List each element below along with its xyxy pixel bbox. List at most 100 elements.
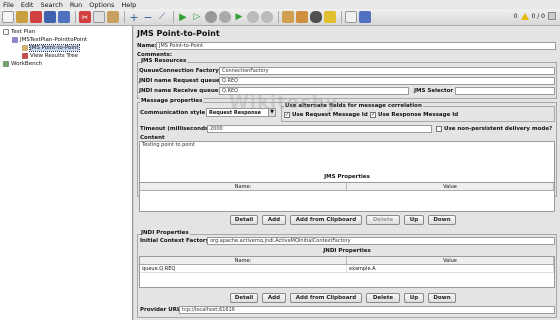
save-icon[interactable] [44, 11, 56, 23]
menu-run[interactable]: Run [70, 1, 82, 9]
name-label: Name: [137, 43, 157, 49]
sampler-icon [22, 45, 28, 51]
toolbar-separator [124, 11, 125, 23]
clear-all-icon[interactable] [296, 11, 308, 23]
toolbar-separator [341, 11, 342, 23]
templates-icon[interactable] [16, 11, 28, 23]
cut-icon[interactable]: ✂ [79, 11, 91, 23]
sampler-panel: JMS Point-to-Point Name: JMS Point-to-Po… [134, 26, 560, 320]
toolbar: ✂ + − ⟋ ▶ ▷ ▶ 0 0 / 0 [0, 9, 560, 26]
jms-delete-button[interactable]: Delete [366, 215, 400, 225]
thread-group-icon [12, 37, 18, 43]
tree-item-label: View Results Tree [30, 53, 78, 59]
collapse-icon[interactable]: − [142, 11, 154, 24]
column-header-name[interactable]: Name: [140, 257, 347, 264]
request-queue-field[interactable]: Q.REQ [219, 77, 555, 85]
jms-down-button[interactable]: Down [428, 215, 456, 225]
table-row[interactable]: queue.Q.REQ example.A [140, 265, 554, 273]
checkbox-checked-icon: ✓ [370, 112, 376, 118]
tree-item-label: JMSTestPlan-PointtoPoint [20, 37, 88, 43]
listener-icon [22, 53, 28, 59]
remote-shutdown-icon[interactable] [261, 11, 273, 23]
warning-icon[interactable] [520, 12, 529, 20]
initial-context-factory-field[interactable]: org.apache.activemq.jndi.ActiveMQInitial… [207, 237, 555, 245]
non-persistent-delivery-checkbox[interactable]: Use non-persistent delivery mode? [436, 126, 552, 132]
timeout-field[interactable]: 2000 [207, 125, 432, 133]
jms-selector-label: JMS Selector [414, 88, 454, 94]
checkbox-label: Use non-persistent delivery mode? [444, 126, 553, 132]
tree-item-label: WorkBench [11, 61, 43, 67]
menu-options[interactable]: Options [89, 1, 114, 9]
copy-icon[interactable] [93, 11, 105, 23]
page-title: JMS Point-to-Point [137, 29, 220, 38]
column-header-value[interactable]: Value [347, 257, 554, 264]
help-icon[interactable] [359, 11, 371, 23]
jms-selector-field[interactable] [455, 87, 555, 95]
clear-icon[interactable] [282, 11, 294, 23]
checkbox-unchecked-icon [436, 126, 442, 132]
save-as-icon[interactable] [58, 11, 70, 23]
jms-add-from-clipboard-button[interactable]: Add from Clipboard [290, 215, 362, 225]
remote-start-icon[interactable]: ▶ [233, 11, 245, 23]
table-cell-value[interactable]: example.A [347, 265, 554, 272]
status-area: 0 0 / 0 [514, 12, 556, 20]
qcf-field[interactable]: ConnectionFactory [219, 67, 555, 75]
tree-item-jms-point-to-point[interactable]: JMS Point-to-Point [0, 44, 132, 52]
tree-item-view-results-tree[interactable]: View Results Tree [0, 52, 132, 60]
table-header: Name: Value [140, 257, 554, 265]
remote-stop-icon[interactable] [247, 11, 259, 23]
paste-icon[interactable] [107, 11, 119, 23]
jndi-add-from-clipboard-button[interactable]: Add from Clipboard [290, 293, 362, 303]
jndi-down-button[interactable]: Down [428, 293, 456, 303]
expand-icon[interactable]: + [128, 11, 140, 24]
new-icon[interactable] [2, 11, 14, 23]
menu-help[interactable]: Help [121, 1, 136, 9]
menu-edit[interactable]: Edit [21, 1, 34, 9]
warning-count: 0 [513, 12, 518, 20]
jndi-delete-button[interactable]: Delete [366, 293, 400, 303]
provider-url-label: Provider URL [140, 307, 181, 313]
table-cell-name[interactable]: queue.Q.REQ [140, 265, 347, 272]
tree-item-thread-group[interactable]: JMSTestPlan-PointtoPoint [0, 36, 132, 44]
timeout-label: Timeout (milliseconds) [140, 126, 211, 132]
menu-search[interactable]: Search [40, 1, 62, 9]
jms-detail-button[interactable]: Detail [230, 215, 258, 225]
workbench-icon [3, 61, 9, 67]
tree-item-workbench[interactable]: WorkBench [0, 60, 132, 68]
stop-icon[interactable] [205, 11, 217, 23]
qcf-label: QueueConnection Factory [139, 68, 219, 74]
jms-properties-table[interactable]: Name: Value [139, 182, 555, 212]
name-field[interactable]: JMS Point-to-Point [156, 42, 556, 50]
jms-add-button[interactable]: Add [262, 215, 286, 225]
start-no-pause-icon[interactable]: ▷ [191, 11, 203, 23]
toggle-icon[interactable]: ⟋ [156, 11, 168, 23]
test-plan-tree: Test Plan JMSTestPlan-PointtoPoint JMS P… [0, 26, 133, 320]
column-header-name[interactable]: Name: [140, 183, 347, 190]
jndi-properties-table[interactable]: Name: Value queue.Q.REQ example.A [139, 256, 555, 288]
tree-item-label: JMS Point-to-Point [29, 44, 80, 52]
tree-item-test-plan[interactable]: Test Plan [0, 28, 132, 36]
jndi-detail-button[interactable]: Detail [230, 293, 258, 303]
start-icon[interactable]: ▶ [177, 11, 189, 23]
menu-file[interactable]: File [3, 1, 14, 9]
provider-url-field[interactable]: tcp://localhost:61616 [179, 306, 555, 314]
checkbox-label: Use Response Message Id [378, 112, 459, 118]
initial-context-factory-label: Initial Context Factory [140, 238, 210, 244]
jms-properties-title: JMS Properties [324, 174, 370, 180]
column-header-value[interactable]: Value [347, 183, 554, 190]
reset-search-icon[interactable] [324, 11, 336, 23]
use-response-message-id-checkbox[interactable]: ✓ Use Response Message Id [370, 112, 458, 118]
shutdown-icon[interactable] [219, 11, 231, 23]
function-helper-icon[interactable] [345, 11, 357, 23]
search-icon[interactable] [310, 11, 322, 23]
open-icon[interactable] [30, 11, 42, 23]
jms-up-button[interactable]: Up [404, 215, 424, 225]
toolbar-separator [278, 11, 279, 23]
jndi-properties-title: JNDI Properties [140, 230, 190, 236]
jndi-up-button[interactable]: Up [404, 293, 424, 303]
toolbar-separator [173, 11, 174, 23]
table-header: Name: Value [140, 183, 554, 191]
tree-item-label: Test Plan [11, 29, 36, 35]
jndi-add-button[interactable]: Add [262, 293, 286, 303]
jms-resources-title: JMS Resources [140, 58, 188, 64]
